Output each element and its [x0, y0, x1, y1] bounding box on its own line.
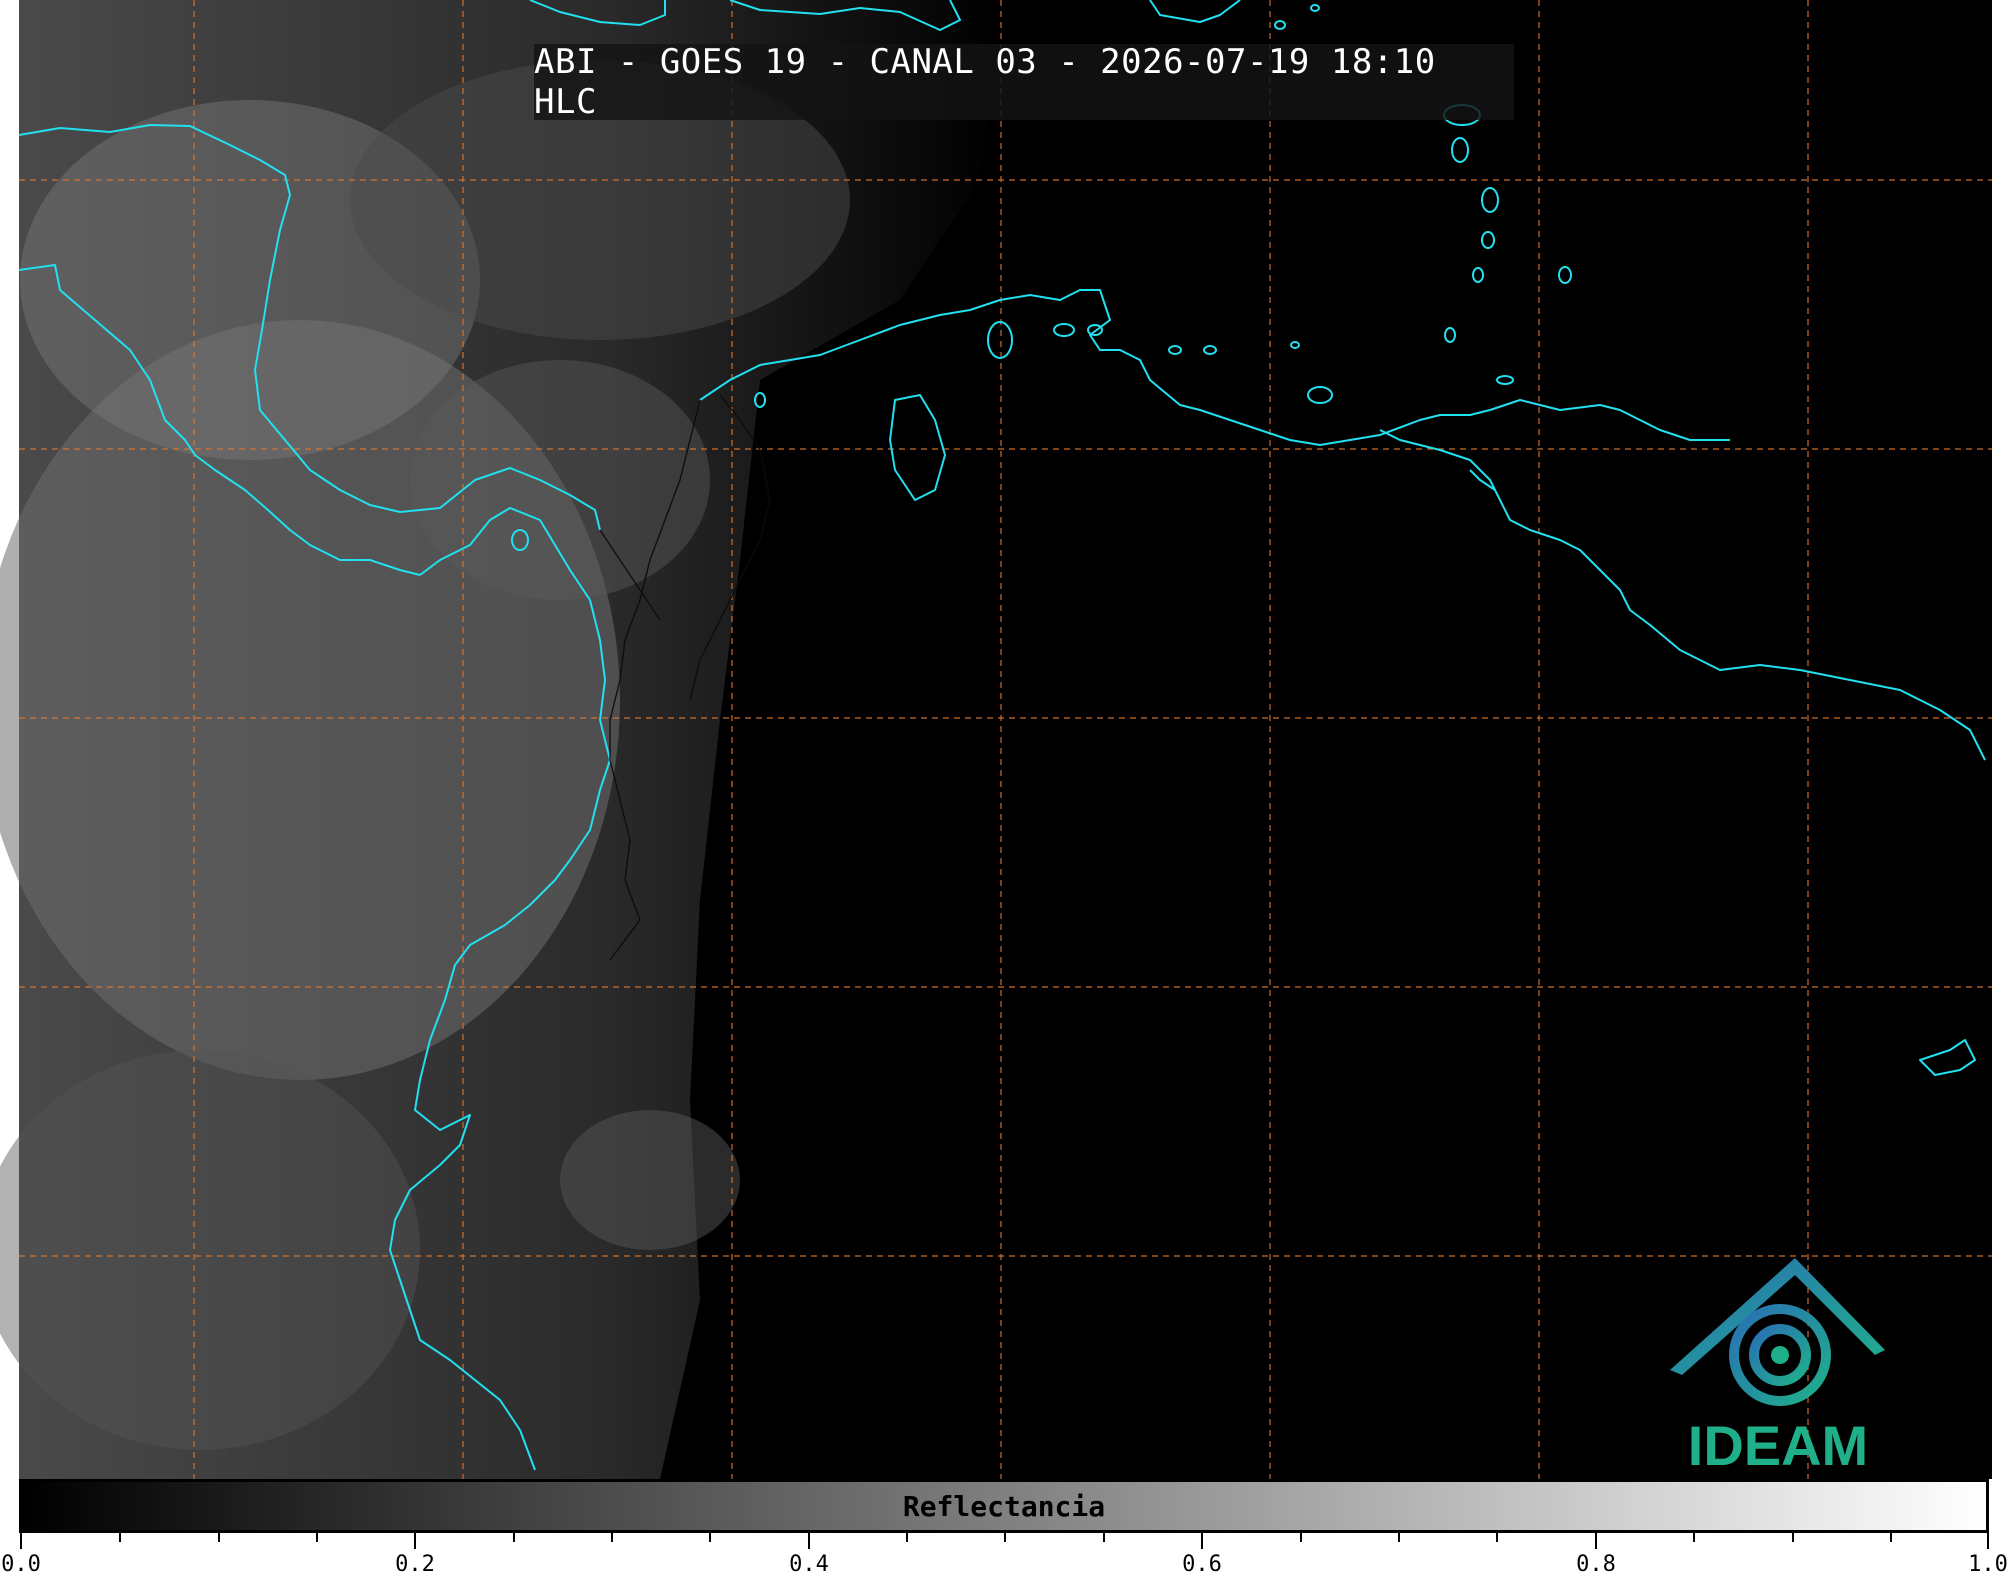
cloud-patch — [410, 360, 710, 600]
colorbar-tick-label: 0.2 — [395, 1552, 435, 1577]
colorbar-tick-label: 0.4 — [789, 1552, 829, 1577]
cloud-patch — [560, 1110, 740, 1250]
logo-text: IDEAM — [1688, 1414, 1868, 1477]
satellite-map: IDEAM — [0, 0, 1992, 1479]
colorbar-tick-label: 0.0 — [1, 1552, 41, 1577]
title-box: ABI - GOES 19 - CANAL 03 - 2026-07-19 18… — [534, 42, 1514, 122]
colorbar-tick-label: 0.6 — [1182, 1552, 1222, 1577]
map-title: ABI - GOES 19 - CANAL 03 - 2026-07-19 18… — [534, 42, 1436, 122]
cloud-patch — [0, 1050, 420, 1450]
colorbar-ticks — [20, 1533, 1989, 1549]
colorbar-tick-label: 1.0 — [1968, 1552, 2008, 1577]
colorbar-tick-label: 0.8 — [1576, 1552, 1616, 1577]
colorbar: Reflectancia — [19, 1479, 1989, 1533]
colorbar-label: Reflectancia — [902, 1489, 1106, 1523]
